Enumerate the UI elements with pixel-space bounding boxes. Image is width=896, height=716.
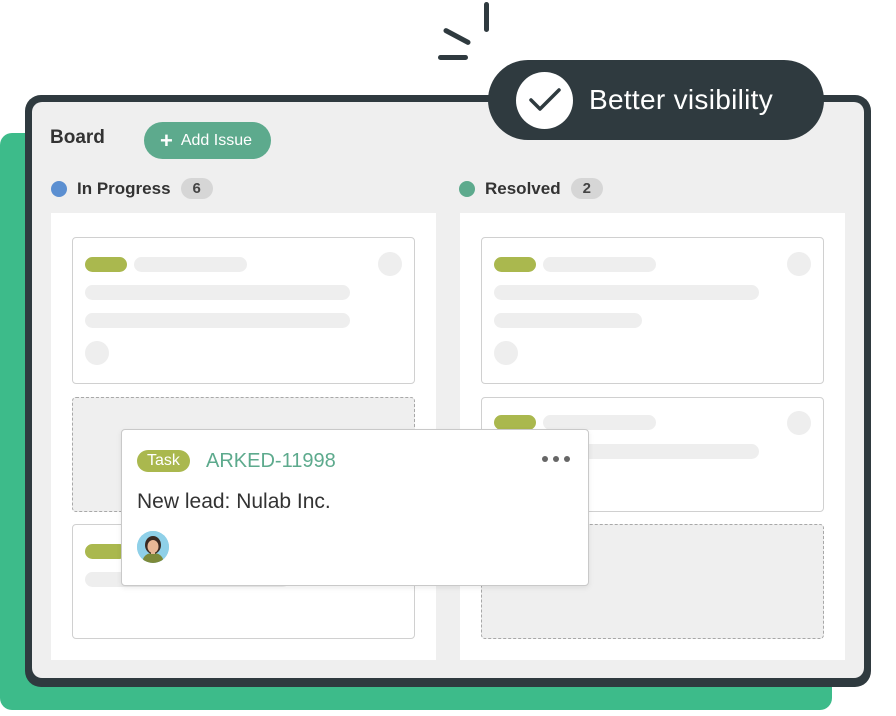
check-icon — [516, 71, 573, 129]
card-text-placeholder — [543, 257, 656, 272]
status-dot — [51, 180, 67, 197]
column-title: Resolved — [485, 178, 561, 198]
sparkle-line — [484, 2, 489, 32]
issue-type-badge: Task — [137, 450, 190, 472]
column-title: In Progress — [77, 178, 171, 198]
issue-card[interactable] — [481, 237, 824, 384]
dragged-task-card[interactable]: Task ARKED-11998 New lead: Nulab Inc. — [121, 429, 589, 586]
better-visibility-callout: Better visibility — [488, 60, 824, 140]
card-type-placeholder — [494, 415, 536, 430]
card-text-placeholder — [494, 285, 759, 300]
card-type-placeholder — [494, 257, 536, 272]
card-type-placeholder — [85, 257, 127, 272]
column-count-badge: 2 — [570, 178, 603, 199]
sparkle-line — [442, 27, 472, 46]
card-text-placeholder — [85, 313, 350, 328]
column-header-in-progress: In Progress 6 — [51, 178, 213, 199]
issue-summary: New lead: Nulab Inc. — [137, 490, 331, 513]
card-avatar-placeholder — [378, 252, 402, 276]
callout-text: Better visibility — [589, 84, 774, 115]
issue-key-link[interactable]: ARKED-11998 — [206, 450, 336, 473]
card-avatar-placeholder — [85, 341, 109, 365]
card-avatar-placeholder — [787, 411, 811, 435]
card-text-placeholder — [543, 415, 656, 430]
more-horizontal-icon[interactable] — [542, 456, 570, 462]
card-avatar-placeholder — [787, 252, 811, 276]
assignee-avatar[interactable] — [137, 531, 169, 563]
plus-icon: + — [160, 127, 173, 153]
add-issue-label: Add Issue — [180, 131, 253, 149]
column-header-resolved: Resolved 2 — [459, 178, 603, 199]
card-text-placeholder — [134, 257, 247, 272]
sparkle-line — [438, 55, 468, 60]
card-avatar-placeholder — [494, 341, 518, 365]
card-text-placeholder — [85, 285, 350, 300]
status-dot — [459, 180, 475, 197]
issue-card[interactable] — [72, 237, 415, 384]
card-text-placeholder — [494, 313, 642, 328]
board-title: Board — [50, 127, 105, 148]
add-issue-button[interactable]: + Add Issue — [144, 122, 271, 159]
column-count-badge: 6 — [180, 178, 213, 199]
